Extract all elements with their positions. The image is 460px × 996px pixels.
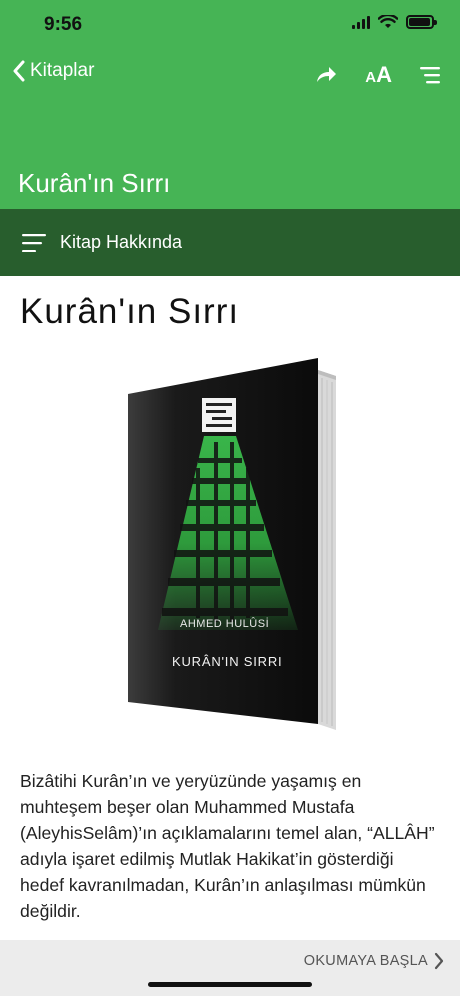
font-size-button[interactable]: A A xyxy=(365,62,392,88)
book-cover-image: AHMED HULÛSİ KURÂN'IN SIRRI xyxy=(122,358,342,736)
table-of-contents-icon xyxy=(420,67,440,84)
nav-actions: A A xyxy=(315,62,442,88)
status-bar: 9:56 xyxy=(0,0,460,50)
book-title: Kurân'ın Sırrı xyxy=(20,292,240,331)
share-icon xyxy=(317,67,337,82)
back-label: Kitaplar xyxy=(30,60,95,81)
table-of-contents-button[interactable] xyxy=(420,62,442,88)
chevron-left-icon xyxy=(13,60,25,82)
bottom-bar: OKUMAYA BAŞLA xyxy=(0,940,460,996)
chevron-right-icon xyxy=(434,952,444,970)
navigation-bar: Kitaplar A A Kurân'ın Sırrı xyxy=(0,50,460,209)
cover-author: AHMED HULÛSİ xyxy=(180,618,270,630)
font-size-small-icon: A xyxy=(365,69,377,86)
battery-icon xyxy=(406,15,437,29)
status-time: 9:56 xyxy=(44,14,83,35)
back-button[interactable]: Kitaplar xyxy=(12,60,94,82)
book-description: Bizâtihi Kurân’ın ve yeryüzünde yaşamış … xyxy=(20,771,435,921)
about-book-section-button[interactable]: Kitap Hakkında xyxy=(0,209,460,276)
share-button[interactable] xyxy=(315,62,337,88)
start-reading-button[interactable]: OKUMAYA BAŞLA xyxy=(304,952,444,970)
cover-title: KURÂN'IN SIRRI xyxy=(172,654,283,669)
wifi-icon xyxy=(378,15,398,28)
book-cover-art xyxy=(128,358,336,730)
font-size-large-icon: A xyxy=(376,62,392,87)
cellular-signal-icon xyxy=(352,15,370,29)
home-indicator[interactable] xyxy=(148,982,312,987)
status-icons xyxy=(352,15,437,29)
page-title: Kurân'ın Sırrı xyxy=(18,168,171,198)
section-label: Kitap Hakkında xyxy=(60,232,183,252)
hamburger-menu-icon xyxy=(22,233,46,252)
start-reading-label: OKUMAYA BAŞLA xyxy=(303,953,428,969)
